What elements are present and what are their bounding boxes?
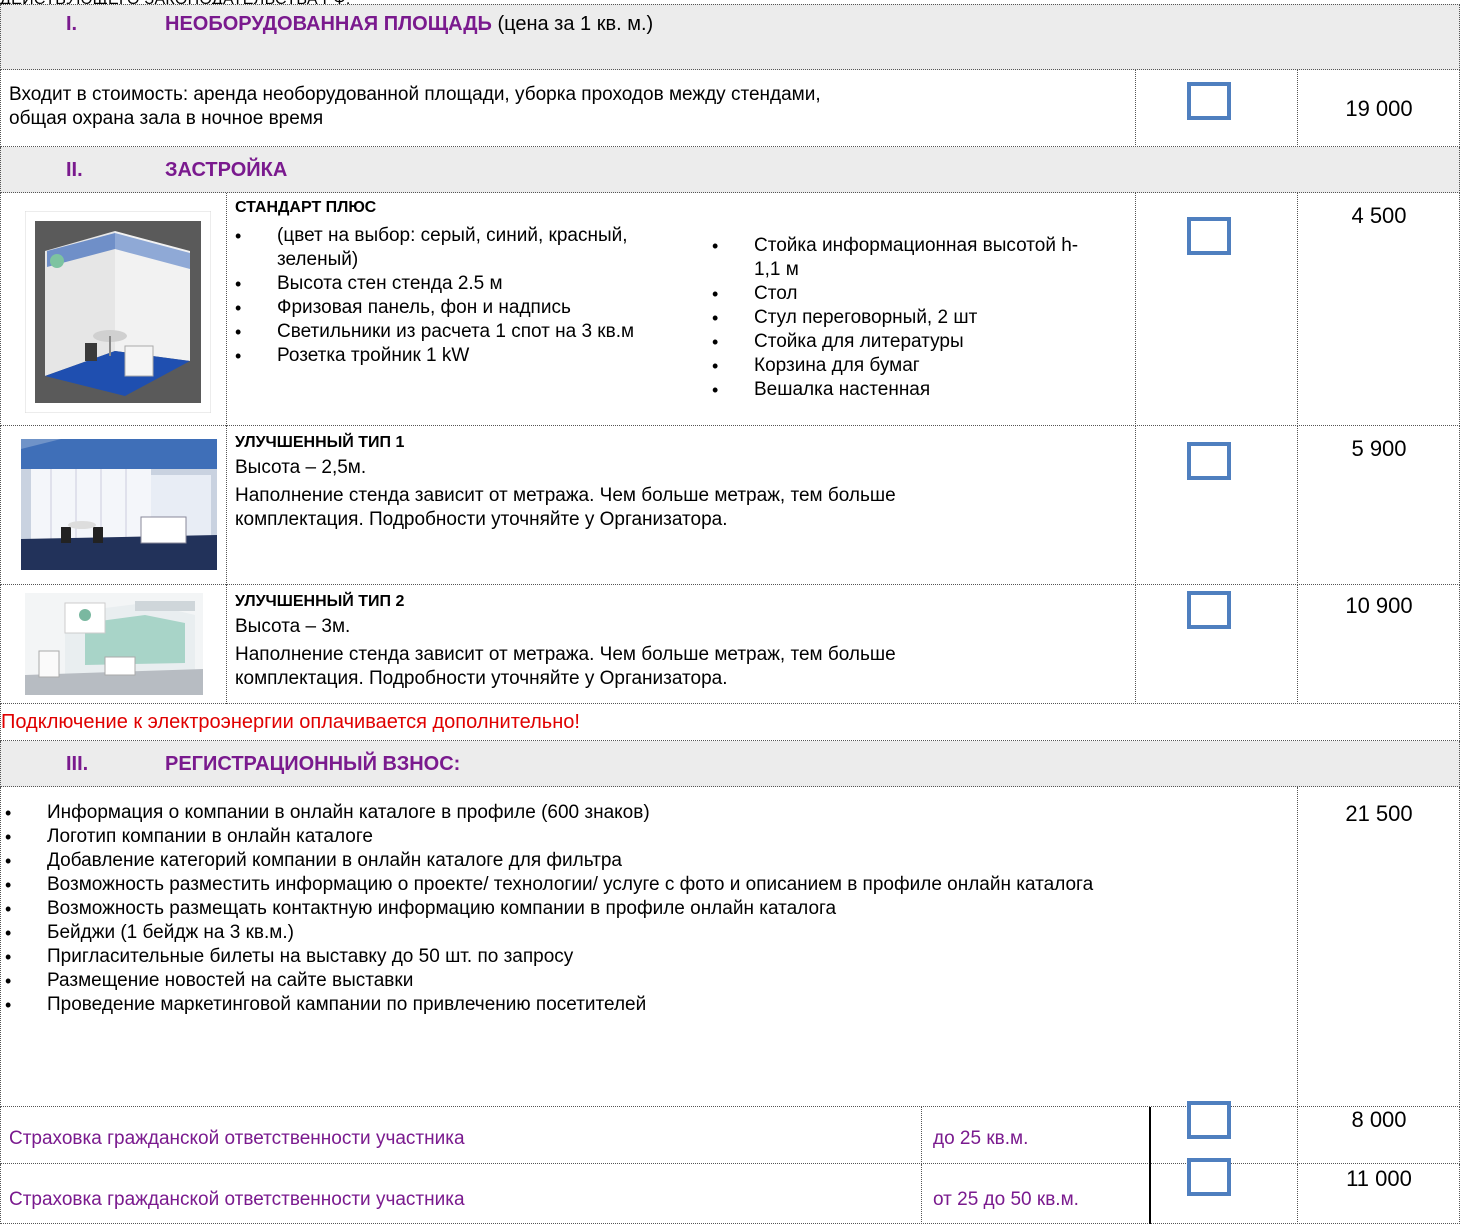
registration-fee-price: 21 500 [1345,801,1413,826]
improved-type-1-description: Наполнение стенда зависит от метража. Че… [235,485,896,530]
improved-type-1-title: УЛУЧШЕННЫЙ ТИП 1 [235,434,405,451]
insurance-2-range: от 25 до 50 кв.м. [933,1189,1079,1210]
improved-type-1-stand-image [21,439,217,570]
improved-type-2-checkbox[interactable] [1187,591,1231,629]
insurance-2-label: Страховка гражданской ответственности уч… [9,1189,465,1210]
bare-area-row: Входит в стоимость: аренда необорудованн… [0,70,1460,147]
list-item: Проведение маркетинговой кампании по при… [1,993,1281,1017]
section-2-number: II. [66,159,83,181]
improved-type-2-row: УЛУЧШЕННЫЙ ТИП 2 Высота – 3м. Наполнение… [0,585,1460,704]
power-note-row: Подключение к электроэнергии оплачиваетс… [0,704,1460,741]
insurance-1-checkbox[interactable] [1187,1101,1231,1139]
insurance-row-1: Страховка гражданской ответственности уч… [0,1101,1460,1164]
list-item: Стол [708,282,1088,306]
list-item: Размещение новостей на сайте выставки [1,969,1281,993]
section-3-header: III. РЕГИСТРАЦИОННЫЙ ВЗНОС: [0,741,1460,787]
standard-plus-price: 4 500 [1351,203,1407,228]
standard-plus-title: СТАНДАРТ ПЛЮС [235,199,377,216]
list-item: Стойка информационная высотой h-1,1 м [708,234,1088,282]
list-item: Корзина для бумаг [708,354,1088,378]
section-1-header: I. НЕОБОРУДОВАННАЯ ПЛОЩАДЬ (цена за 1 кв… [0,4,1460,70]
price-form: I. НЕОБОРУДОВАННАЯ ПЛОЩАДЬ (цена за 1 кв… [0,4,1460,1224]
section-1-title-suffix: (цена за 1 кв. м.) [491,13,654,35]
improved-type-1-row: УЛУЧШЕННЫЙ ТИП 1 Высота – 2,5м. Наполнен… [0,426,1460,585]
improved-type-2-description: Наполнение стенда зависит от метража. Че… [235,644,896,689]
improved-type-2-title: УЛУЧШЕННЫЙ ТИП 2 [235,593,405,610]
insurance-row-2: Страховка гражданской ответственности уч… [0,1158,1460,1224]
standard-plus-left-list: (цвет на выбор: серый, синий, красный, з… [231,224,671,368]
improved-type-1-checkbox[interactable] [1187,442,1231,480]
insurance-1-label: Страховка гражданской ответственности уч… [9,1128,465,1149]
list-item: Логотип компании в онлайн каталоге [1,825,1281,849]
bare-area-description: Входит в стоимость: аренда необорудованн… [9,84,821,129]
list-item: (цвет на выбор: серый, синий, красный, з… [231,224,671,272]
improved-type-1-price: 5 900 [1351,436,1407,461]
standard-plus-stand-image [25,211,211,413]
list-item: Бейджи (1 бейдж на 3 кв.м.) [1,921,1281,945]
standard-plus-right-list: Стойка информационная высотой h-1,1 м Ст… [708,234,1088,402]
registration-fee-row: Информация о компании в онлайн каталоге … [0,787,1460,1107]
list-item: Светильники из расчета 1 спот на 3 кв.м [231,320,671,344]
registration-fee-list: Информация о компании в онлайн каталоге … [1,801,1281,1017]
list-item: Возможность разместить информацию о прое… [1,873,1227,897]
bare-area-price: 19 000 [1345,96,1413,121]
improved-type-2-price: 10 900 [1345,593,1413,618]
insurance-1-range: до 25 кв.м. [933,1128,1029,1149]
list-item: Розетка тройник 1 kW [231,344,671,368]
section-1-number: I. [66,13,78,35]
section-3-title: РЕГИСТРАЦИОННЫЙ ВЗНОС: [165,753,461,775]
section-2-header: II. ЗАСТРОЙКА [0,147,1460,193]
list-item: Информация о компании в онлайн каталоге … [1,801,1281,825]
list-item: Пригласительные билеты на выставку до 50… [1,945,1281,969]
improved-type-2-height: Высота – 3м. [235,616,351,637]
section-3-number: III. [66,753,89,775]
insurance-2-checkbox[interactable] [1187,1158,1231,1196]
improved-type-2-stand-image [25,593,203,695]
section-1-title: НЕОБОРУДОВАННАЯ ПЛОЩАДЬ (цена за 1 кв. м… [165,13,654,35]
standard-plus-row: СТАНДАРТ ПЛЮС (цвет на выбор: серый, син… [0,193,1460,426]
list-item: Высота стен стенда 2.5 м [231,272,671,296]
list-item: Вешалка настенная [708,378,1088,402]
section-2-title: ЗАСТРОЙКА [165,159,288,181]
insurance-2-price: 11 000 [1346,1166,1412,1191]
bare-area-checkbox[interactable] [1187,82,1231,120]
list-item: Фризовая панель, фон и надпись [231,296,671,320]
power-note: Подключение к электроэнергии оплачиваетс… [1,711,580,733]
insurance-1-price: 8 000 [1351,1107,1407,1132]
list-item: Стойка для литературы [708,330,1088,354]
list-item: Добавление категорий компании в онлайн к… [1,849,1281,873]
list-item: Стул переговорный, 2 шт [708,306,1088,330]
standard-plus-checkbox[interactable] [1187,217,1231,255]
list-item: Возможность размещать контактную информа… [1,897,1281,921]
improved-type-1-height: Высота – 2,5м. [235,457,367,478]
